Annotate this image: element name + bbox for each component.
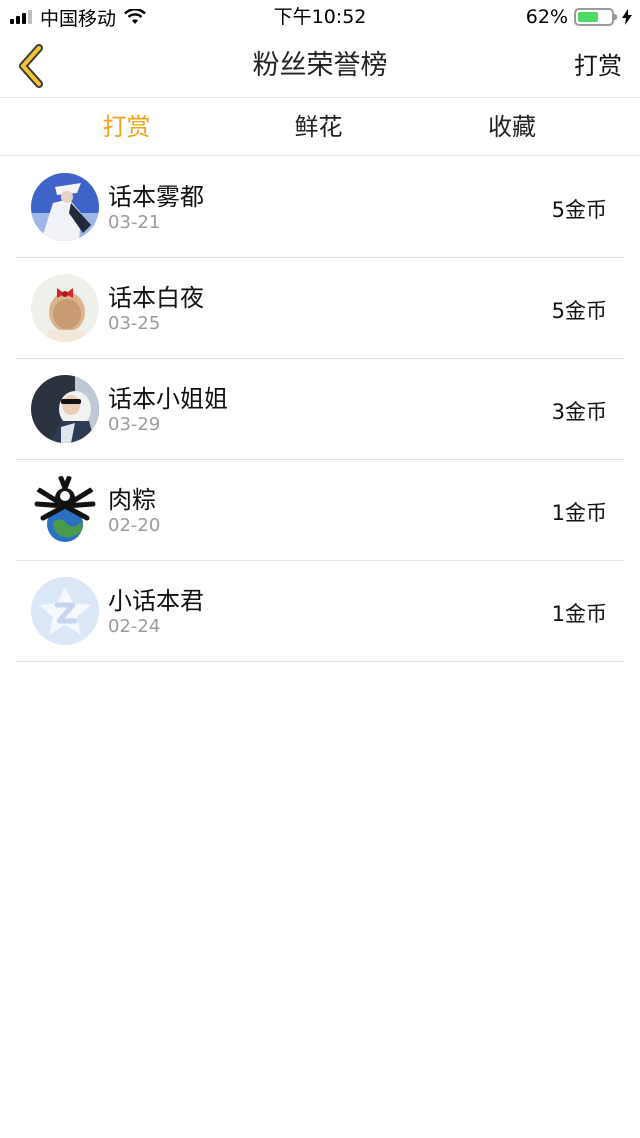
fan-date: 03-21 — [108, 212, 161, 233]
fan-name: 话本小姐姐 — [108, 385, 228, 413]
list-item[interactable]: 话本雾都 03-21 5金币 — [16, 157, 624, 258]
list-item[interactable]: 话本小姐姐 03-29 3金币 — [16, 359, 624, 460]
fan-date: 02-24 — [108, 616, 161, 637]
fan-name: 小话本君 — [108, 587, 204, 615]
avatar — [31, 375, 99, 443]
avatar — [31, 577, 99, 645]
battery-percent: 62% — [525, 6, 568, 28]
battery-icon — [574, 8, 617, 26]
tab-reward[interactable]: 打赏 — [0, 99, 253, 155]
avatar — [31, 274, 99, 342]
status-bar: 中国移动 下午10:52 62% — [0, 0, 640, 34]
coin-amount: 1金币 — [551, 501, 607, 525]
fan-date: 03-25 — [108, 313, 161, 334]
avatar — [31, 476, 99, 544]
coin-amount: 1金币 — [551, 602, 607, 626]
avatar — [31, 173, 99, 241]
battery-fill — [578, 12, 598, 22]
coin-amount: 5金币 — [551, 198, 607, 222]
status-right: 62% — [526, 0, 632, 34]
coin-amount: 5金币 — [551, 299, 607, 323]
fan-name: 话本雾都 — [108, 183, 204, 211]
fan-date: 03-29 — [108, 414, 161, 435]
tab-flowers[interactable]: 鲜花 — [253, 99, 384, 155]
fan-list: 话本雾都 03-21 5金币 话本白夜 03-25 5金币 话本小姐姐 03-2… — [0, 157, 640, 662]
fan-date: 02-20 — [108, 515, 161, 536]
coin-amount: 3金币 — [551, 400, 607, 424]
page-title: 粉丝荣誉榜 — [252, 50, 388, 81]
tab-bar: 打赏 鲜花 收藏 — [0, 99, 640, 156]
charging-bolt-icon — [622, 9, 632, 25]
fan-name: 肉粽 — [108, 486, 156, 514]
nav-bar: 粉丝荣誉榜 打赏 — [0, 34, 640, 98]
list-item[interactable]: 肉粽 02-20 1金币 — [16, 460, 624, 561]
tab-favorites[interactable]: 收藏 — [384, 99, 640, 155]
list-item[interactable]: 小话本君 02-24 1金币 — [16, 561, 624, 662]
reward-button[interactable]: 打赏 — [574, 34, 622, 98]
fan-name: 话本白夜 — [108, 284, 204, 312]
list-item[interactable]: 话本白夜 03-25 5金币 — [16, 258, 624, 359]
